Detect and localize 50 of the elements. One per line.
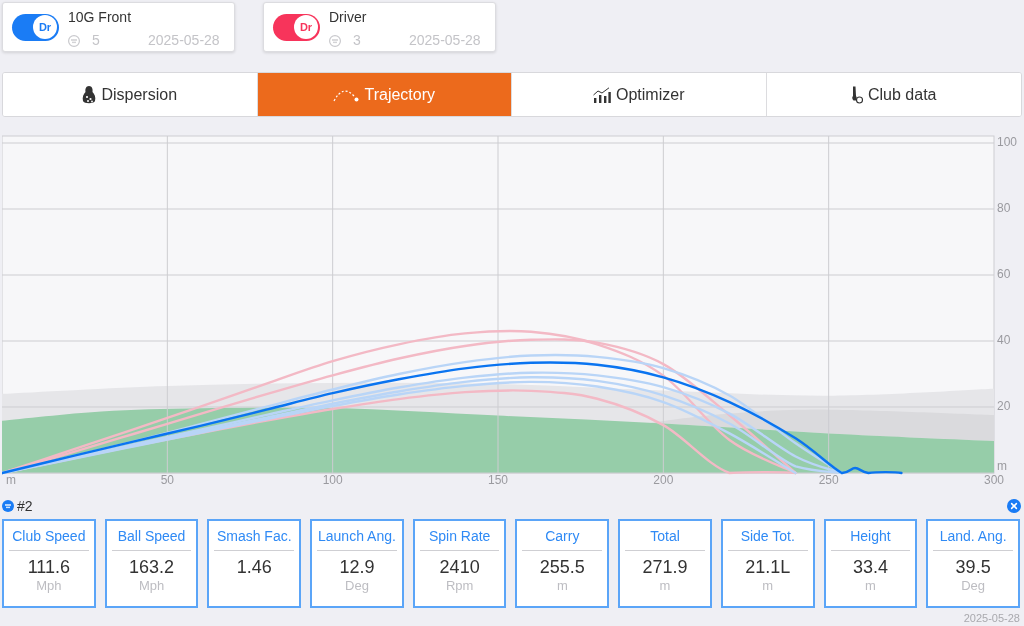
- axis-tick-label: 20: [997, 399, 1011, 414]
- metric-unit: m: [865, 578, 876, 594]
- metric-value: 163.2: [129, 556, 175, 578]
- axis-tick-label: 100: [997, 135, 1018, 150]
- axis-tick-label: 60: [997, 267, 1011, 282]
- shot-number: #2: [17, 498, 33, 514]
- metric-unit: m: [556, 578, 568, 594]
- metric-label: Carry: [545, 527, 580, 545]
- shot-count: 5: [92, 32, 101, 49]
- metric-value: 21.1L: [745, 556, 791, 578]
- metric-label: Side Tot.: [740, 527, 795, 545]
- metric-label: Smash Fac.: [216, 527, 292, 545]
- metric-label: Launch Ang.: [318, 527, 396, 545]
- metric-unit: Deg: [345, 578, 369, 594]
- metric-unit: Mph: [36, 578, 62, 594]
- metric-label: Land. Ang.: [939, 527, 1007, 545]
- axis-tick-label: 40: [997, 333, 1011, 348]
- session-date: 2025-05-28: [148, 32, 220, 49]
- metric-label: Height: [850, 527, 891, 545]
- metric-value: 271.9: [642, 556, 688, 578]
- metric-value: 39.5: [955, 556, 991, 578]
- metric-unit: Deg: [961, 578, 986, 594]
- metric-value: 1.46: [236, 556, 272, 578]
- metric-label: Club Speed: [12, 527, 86, 545]
- axis-tick-label: 200: [653, 473, 674, 488]
- metric-label: Total: [650, 527, 680, 545]
- metric-value: 33.4: [852, 556, 888, 578]
- axis-tick-label: 100: [322, 473, 343, 488]
- metric-label: Spin Rate: [428, 527, 491, 545]
- metric-unit: m: [762, 578, 774, 594]
- metric-label: Ball Speed: [117, 527, 186, 545]
- metric-unit: Rpm: [445, 578, 474, 594]
- shot-count: 3: [353, 32, 362, 49]
- metric-unit: m: [659, 578, 671, 594]
- axis-tick-label: 150: [488, 473, 508, 488]
- metric-value: 255.5: [539, 556, 585, 578]
- axis-tick-label: m: [6, 473, 16, 488]
- axis-tick-label: 50: [160, 473, 174, 488]
- axis-tick-label: 300: [984, 473, 1004, 488]
- session-date: 2025-05-28: [409, 32, 481, 49]
- metric-value: 2410: [439, 556, 480, 578]
- club-name: Driver: [329, 9, 368, 26]
- axis-tick-label: 80: [997, 201, 1011, 216]
- capture-date: 2025-05-28: [963, 611, 1020, 625]
- club-name: 10G Front: [68, 9, 133, 26]
- axis-tick-label: m: [997, 459, 1007, 474]
- axis-tick-label: 250: [818, 473, 839, 488]
- metric-value: 111.6: [27, 556, 71, 578]
- metric-unit: Mph: [138, 578, 165, 594]
- metric-value: 12.9: [339, 556, 375, 578]
